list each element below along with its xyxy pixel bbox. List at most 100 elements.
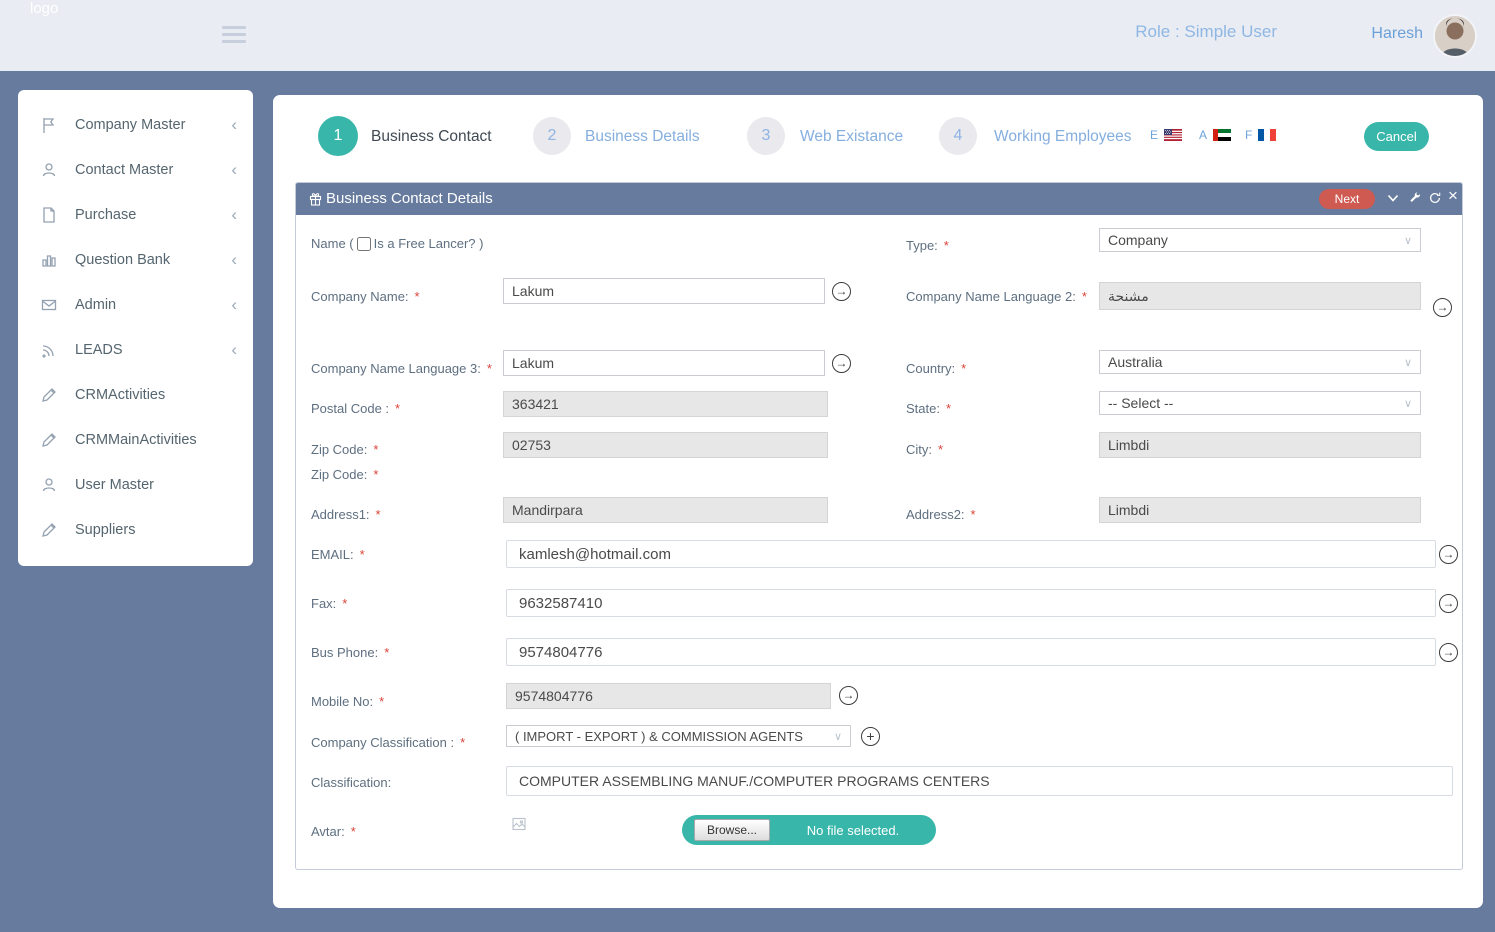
chevron-down-icon[interactable]	[1386, 191, 1400, 205]
wizard-step-1-label[interactable]: Business Contact	[371, 128, 492, 146]
rss-icon	[40, 341, 60, 359]
chevron-left-icon: ‹	[231, 251, 237, 268]
wizard-step-3[interactable]: 3	[747, 117, 785, 155]
arrow-circle-icon[interactable]	[839, 686, 858, 705]
usa-flag-icon	[1164, 129, 1182, 141]
sidebar-item-suppliers[interactable]: Suppliers	[18, 507, 253, 552]
chevron-left-icon: ‹	[231, 116, 237, 133]
chevron-left-icon: ‹	[231, 296, 237, 313]
arrow-circle-icon[interactable]	[1439, 643, 1458, 662]
company-name-lang2-label: Company Name Language 2:*	[906, 289, 1087, 304]
sidebar-item-crm-main-activities[interactable]: CRMMainActivities	[18, 417, 253, 462]
chevron-down-icon	[1404, 356, 1412, 369]
wizard-step-3-label[interactable]: Web Existance	[800, 128, 903, 146]
city-input[interactable]	[1099, 432, 1421, 458]
wrench-icon[interactable]	[1408, 191, 1422, 205]
chevron-left-icon: ‹	[231, 161, 237, 178]
classification-label: Classification:	[311, 775, 391, 790]
sidebar-item-leads[interactable]: LEADS ‹	[18, 327, 253, 372]
wizard-step-2-label[interactable]: Business Details	[585, 128, 700, 146]
sidebar-item-admin[interactable]: Admin ‹	[18, 282, 253, 327]
sidebar-item-crm-activities[interactable]: CRMActivities	[18, 372, 253, 417]
freelancer-checkbox[interactable]	[357, 237, 371, 251]
fax-input[interactable]	[506, 589, 1436, 617]
pencil-icon	[40, 431, 60, 449]
bus-phone-label: Bus Phone:*	[311, 645, 389, 660]
envelope-icon	[40, 296, 60, 314]
lang-arabic[interactable]: A	[1199, 128, 1231, 142]
uae-flag-icon	[1213, 129, 1231, 141]
zip-code-input[interactable]	[503, 432, 828, 458]
arrow-circle-icon[interactable]	[832, 282, 851, 301]
sidebar-item-contact-master[interactable]: Contact Master ‹	[18, 147, 253, 192]
country-label: Country:*	[906, 361, 966, 376]
arrow-circle-icon[interactable]	[832, 354, 851, 373]
chevron-down-icon	[834, 730, 842, 743]
sidebar-item-company-master[interactable]: Company Master ‹	[18, 102, 253, 147]
business-contact-details-box: Business Contact Details Next × Name ( I…	[295, 182, 1463, 870]
mobile-no-label: Mobile No:*	[311, 694, 384, 709]
form-box-header: Business Contact Details Next ×	[296, 183, 1462, 215]
email-label: EMAIL:*	[311, 547, 365, 562]
pencil-icon	[40, 386, 60, 404]
wizard-step-1[interactable]: 1	[318, 116, 358, 156]
sidebar-item-purchase[interactable]: Purchase ‹	[18, 192, 253, 237]
chevron-left-icon: ‹	[231, 341, 237, 358]
cancel-button[interactable]: Cancel	[1364, 122, 1429, 151]
top-header: logo Role : Simple User Haresh	[0, 0, 1495, 71]
address2-input[interactable]	[1099, 497, 1421, 523]
role-label: Role : Simple User	[1135, 22, 1277, 42]
postal-code-input[interactable]	[503, 391, 828, 417]
chevron-down-icon	[1404, 234, 1412, 247]
state-label: State:*	[906, 401, 951, 416]
zip-code-label: Zip Code:*	[311, 442, 378, 457]
sidebar-item-question-bank[interactable]: Question Bank ‹	[18, 237, 253, 282]
image-placeholder-icon	[511, 816, 527, 832]
address1-input[interactable]	[503, 497, 828, 523]
plus-circle-icon[interactable]	[861, 727, 880, 746]
menu-toggle-icon[interactable]	[222, 26, 246, 47]
browse-button[interactable]: Browse...	[694, 819, 770, 841]
arrow-circle-icon[interactable]	[1433, 298, 1452, 317]
zip-code-label-2: Zip Code:*	[311, 467, 378, 482]
company-name-lang2-input[interactable]	[1099, 282, 1421, 310]
chevron-left-icon: ‹	[231, 206, 237, 223]
refresh-icon[interactable]	[1428, 191, 1442, 205]
company-name-input[interactable]	[503, 278, 825, 304]
type-label: Type:*	[906, 238, 949, 253]
wizard-step-4[interactable]: 4	[939, 117, 977, 155]
country-select[interactable]: Australia	[1099, 350, 1421, 374]
flag-icon	[40, 116, 60, 134]
classification-input[interactable]	[506, 766, 1453, 796]
main-panel: 1 Business Contact 2 Business Details 3 …	[273, 95, 1483, 908]
freelancer-label: Name ( Is a Free Lancer? )	[311, 236, 483, 251]
lang-english[interactable]: E	[1150, 128, 1182, 142]
bar-chart-icon	[40, 251, 60, 269]
wizard-step-4-label[interactable]: Working Employees	[994, 128, 1132, 146]
company-name-lang3-input[interactable]	[503, 350, 825, 376]
file-status: No file selected.	[770, 823, 936, 838]
address1-label: Address1:*	[311, 507, 381, 522]
avtar-file-input[interactable]: Browse... No file selected.	[682, 815, 936, 845]
username[interactable]: Haresh	[1371, 25, 1423, 43]
wizard-step-2[interactable]: 2	[533, 117, 571, 155]
next-button[interactable]: Next	[1319, 189, 1375, 209]
user-icon	[40, 161, 60, 179]
avtar-label: Avtar:*	[311, 824, 356, 839]
avatar[interactable]	[1433, 14, 1477, 58]
mobile-no-input[interactable]	[506, 683, 831, 709]
company-classification-select[interactable]: ( IMPORT - EXPORT ) & COMMISSION AGENTS	[506, 725, 851, 747]
lang-french[interactable]: F	[1245, 128, 1276, 142]
pencil-icon	[40, 521, 60, 539]
type-select[interactable]: Company	[1099, 228, 1421, 252]
close-icon[interactable]: ×	[1448, 187, 1458, 204]
arrow-circle-icon[interactable]	[1439, 594, 1458, 613]
company-name-label: Company Name:*	[311, 289, 420, 304]
arrow-circle-icon[interactable]	[1439, 545, 1458, 564]
sidebar-item-user-master[interactable]: User Master	[18, 462, 253, 507]
bus-phone-input[interactable]	[506, 638, 1436, 666]
chevron-down-icon	[1404, 397, 1412, 410]
user-icon	[40, 476, 60, 494]
email-input[interactable]	[506, 540, 1436, 568]
state-select[interactable]: -- Select --	[1099, 391, 1421, 415]
